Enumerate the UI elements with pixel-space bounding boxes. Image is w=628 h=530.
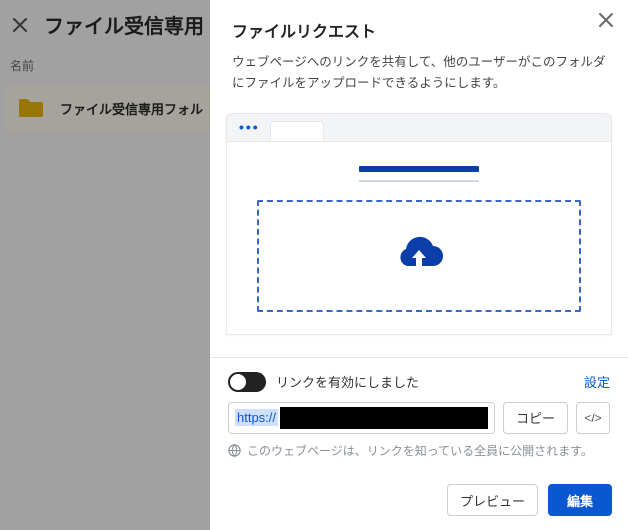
panel-title: ファイルリクエスト [232,18,606,42]
share-url-field[interactable]: https:// [228,402,495,434]
embed-icon: </> [584,411,601,425]
edit-button[interactable]: 編集 [548,484,612,516]
preview-button[interactable]: プレビュー [447,484,538,516]
browser-tab [270,121,324,141]
preview-heading-placeholder [359,166,479,172]
globe-icon [228,444,241,457]
preview-dropzone [257,200,581,312]
panel-close-button[interactable] [592,6,620,34]
file-request-panel: ファイルリクエスト ウェブページへのリンクを共有して、他のユーザーがこのフォルダ… [210,0,628,530]
cloud-upload-icon [393,236,445,276]
toggle-label: リンクを有効にしました [276,372,419,391]
close-icon [598,12,614,28]
panel-description: ウェブページへのリンクを共有して、他のユーザーがこのフォルダにファイルをアップロ… [232,52,606,95]
browser-menu-icon: ••• [235,119,264,141]
preview-subheading-placeholder [359,180,479,182]
url-protocol: https:// [235,409,278,426]
url-redacted [280,407,488,429]
copy-button[interactable]: コピー [503,402,568,434]
embed-button[interactable]: </> [576,402,610,434]
link-enabled-toggle[interactable] [228,372,266,392]
toggle-knob [230,374,246,390]
upload-page-preview: ••• [226,113,612,335]
visibility-note: このウェブページは、リンクを知っている全員に公開されます。 [247,442,593,459]
settings-link[interactable]: 設定 [584,372,610,391]
